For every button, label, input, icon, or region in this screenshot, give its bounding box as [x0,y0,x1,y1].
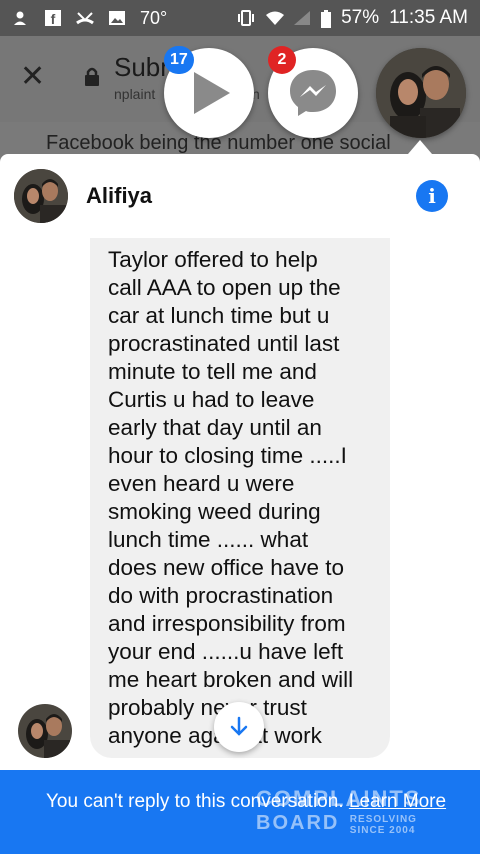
contact-chat-head[interactable] [376,48,466,138]
messenger-unread-badge: 2 [268,46,296,74]
page-url: nplaint [114,86,156,102]
status-bar: f 70° 57% 11:35 AM [0,0,480,36]
info-icon[interactable]: i [416,180,448,212]
panel-pointer [408,140,432,154]
signal-icon [293,10,311,26]
message-list[interactable]: Taylor offered to help call AAA to open … [0,238,480,770]
cannot-reply-banner: You can't reply to this conversation. Le… [0,770,480,854]
close-icon[interactable]: ✕ [20,62,50,92]
video-unread-badge: 17 [164,46,194,74]
sender-avatar [18,704,72,758]
avatar[interactable] [14,169,68,223]
message-bubble: Taylor offered to help call AAA to open … [90,238,390,758]
learn-more-link[interactable]: Learn More [349,791,446,812]
contact-photo [376,48,466,138]
battery-level: 57% [341,7,380,28]
temperature: 70° [140,7,168,28]
lock-icon [84,66,100,86]
svg-text:f: f [51,11,56,26]
chat-header: Alifiya i [0,154,480,238]
missed-call-icon [76,10,94,26]
image-icon [108,10,126,26]
arrow-down-icon [230,716,248,736]
message-text: Taylor offered to help call AAA to open … [108,247,354,748]
battery-icon [321,10,332,28]
cannot-reply-notice: You can't reply to this conversation. [46,791,344,812]
wifi-icon [265,10,285,26]
facebook-icon: f [44,10,62,27]
contact-name: Alifiya [86,183,153,208]
scroll-to-bottom-button[interactable] [214,702,264,752]
vibrate-icon [237,10,255,26]
person-add-icon [12,10,30,26]
clock: 11:35 AM [389,7,468,28]
